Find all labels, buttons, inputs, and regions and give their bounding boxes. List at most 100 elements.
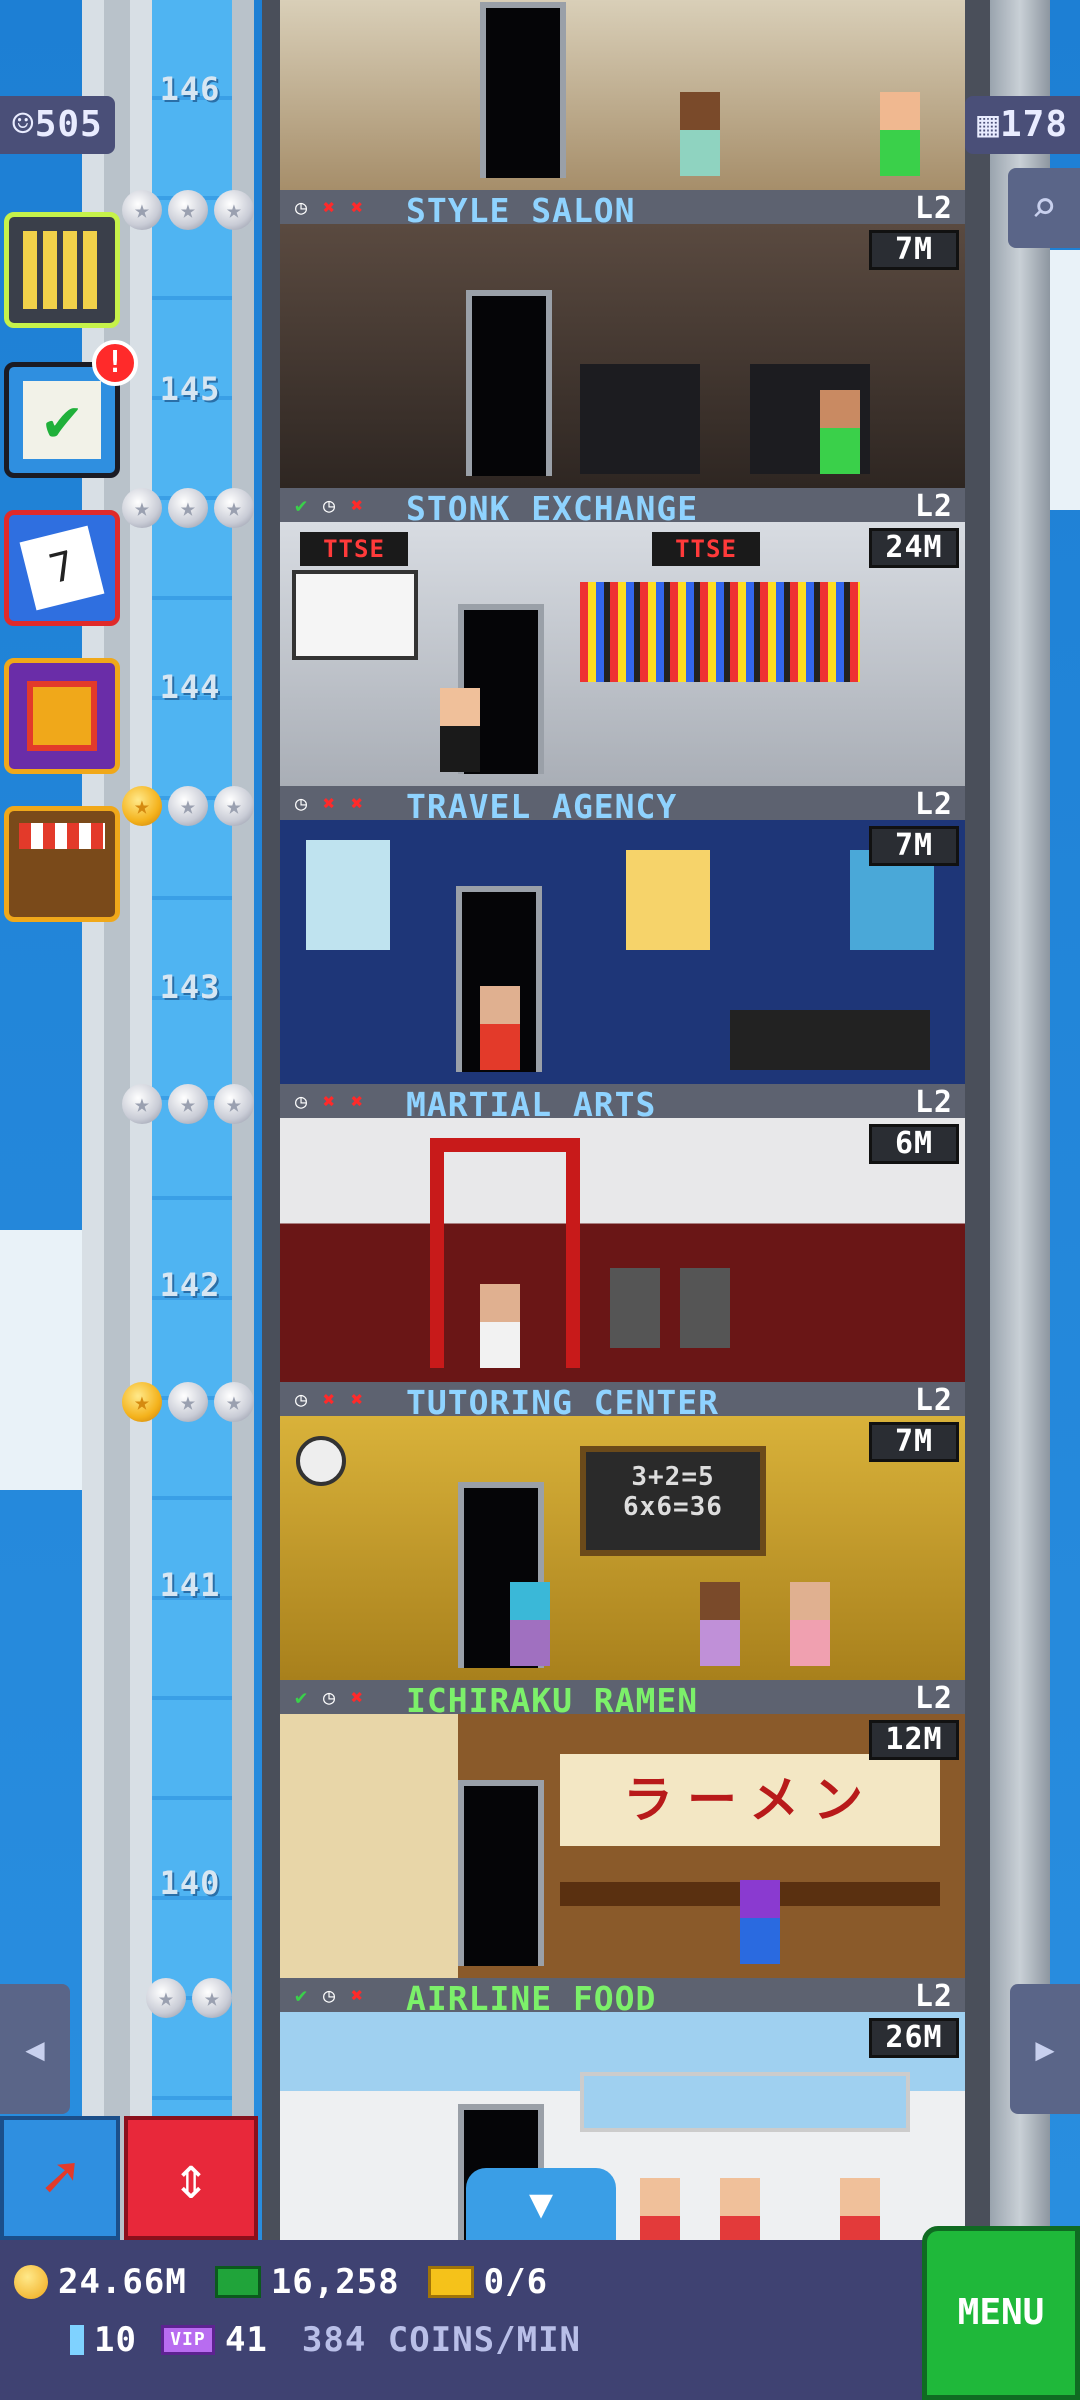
stock-ticker-board [580,582,860,682]
floor-style-salon[interactable]: ◷ ✖ ✖ STYLE SALON L2 7M [280,190,965,488]
star-icon: ★ [214,1084,254,1124]
search-icon[interactable]: ⌕ [1008,168,1080,248]
resident [480,1284,520,1368]
check-icon: ✔ [294,1983,308,2007]
checklist-icon: ✔ [23,381,101,459]
cross-icon: ✖ [322,1387,336,1411]
floor-stonk-exchange[interactable]: ✔ ◷ ✖ STONK EXCHANGE L2 TTSE TTSE 24M [280,488,965,786]
floor-door [466,290,552,476]
floors-value: 178 [999,104,1068,145]
floor-stars[interactable]: ★ ★ ★ [122,488,254,528]
building-icon [23,231,101,309]
vip-value: 41 [224,2320,268,2360]
shop-awning-icon [19,823,105,849]
stock-sign: TTSE [652,532,760,566]
floor-ichiraku-ramen[interactable]: ✔ ◷ ✖ ICHIRAKU RAMEN L2 ラーメン 12M [280,1680,965,1978]
hud-row-bottom: 10 VIP 41 384 COINS/MIN [70,2320,581,2360]
gold-star-icon: ★ [122,1382,162,1422]
floor-number: 145 [159,370,221,408]
floor-stars[interactable]: ★ ★ ★ [122,1084,254,1124]
cross-icon: ✖ [350,1387,364,1411]
chalkboard-line: 3+2=5 [631,1462,715,1492]
cross-icon: ✖ [322,1089,336,1113]
tower: ◷ ✖ ✖ STYLE SALON L2 7M ✔ ◷ ✖ STONK EXCH… [262,0,1050,2240]
elevator-pin-button[interactable]: ➚ [0,2116,120,2240]
star-icon: ★ [168,190,208,230]
calendar-button[interactable]: 7 [4,510,120,626]
star-icon: ★ [146,1978,186,2018]
gems-value: 10 [94,2320,137,2360]
floor-airline-food[interactable]: ✔ ◷ ✖ AIRLINE FOOD L2 26M [280,1978,965,2240]
floors-counter[interactable]: ▦178 [965,96,1080,154]
star-icon: ★ [168,1084,208,1124]
floor-stars[interactable]: ★ ★ [146,1978,232,2018]
floor-martial-arts[interactable]: ◷ ✖ ✖ MARTIAL ARTS L2 6M [280,1084,965,1382]
resident [480,986,520,1070]
cross-icon: ✖ [322,791,336,815]
shaft-rail [82,0,104,2240]
floor-tutoring-center[interactable]: ◷ ✖ ✖ TUTORING CENTER L2 3+2=5 6x6=36 7M [280,1382,965,1680]
star-icon: ★ [122,488,162,528]
stock-chart-screen [292,570,418,660]
vip-icon: VIP [160,2325,215,2355]
floor-stars[interactable]: ★ ★ ★ [122,1382,254,1422]
floor-door [458,1780,544,1966]
floor-number: 140 [159,1864,221,1902]
notification-badge: ! [92,340,138,386]
resident [440,688,480,772]
stock-badge: 7M [869,230,959,270]
resident [700,1582,740,1666]
resident [640,2178,680,2240]
stock-badge: 7M [869,1422,959,1462]
chalkboard: 3+2=5 6x6=36 [580,1446,766,1556]
star-icon: ★ [168,786,208,826]
floor-travel-agency[interactable]: ◷ ✖ ✖ TRAVEL AGENCY L2 7M [280,786,965,1084]
cross-icon: ✖ [350,791,364,815]
coins-value: 24.66M [58,2262,187,2302]
star-icon: ★ [214,786,254,826]
floor-stars[interactable]: ★ ★ ★ [122,190,254,230]
elevator-up-down-button[interactable]: ⇕ [124,2116,258,2240]
floor-level: L2 [914,1979,953,2014]
chevron-left-icon: ◀ [25,2030,45,2068]
stock-badge: 6M [869,1124,959,1164]
travel-poster [306,840,390,950]
star-icon: ★ [192,1978,232,2018]
punching-bag [610,1268,660,1348]
stock-badge: 7M [869,826,959,866]
resident [880,92,920,176]
star-icon: ★ [122,1084,162,1124]
floor-stars[interactable]: ★ ★ ★ [122,786,254,826]
resident [820,390,860,474]
check-icon: ✔ [294,493,308,517]
chevron-down-icon: ▼ [528,2181,554,2227]
gift-icon [27,681,97,751]
resident [740,1880,780,1964]
scroll-down-button[interactable]: ▼ [466,2168,616,2240]
building-menu-button[interactable] [4,212,120,328]
punching-bag [680,1268,730,1348]
star-icon: ★ [214,190,254,230]
ramen-banner: ラーメン [560,1754,940,1846]
person-icon: ☺ [12,104,35,145]
elevator-left-button[interactable]: ◀ [0,1984,70,2114]
floor-number: 146 [159,70,221,108]
building-icon: ▦ [977,104,1000,145]
clock-icon: ◷ [294,791,308,815]
shop-button[interactable] [4,806,120,922]
floor-level: L2 [914,1681,953,1716]
floor-room-partial[interactable] [280,0,965,190]
cross-icon: ✖ [350,493,364,517]
elevator-right-button[interactable]: ▶ [1010,1984,1080,2114]
travel-desk [730,1010,930,1070]
clock-icon: ◷ [322,1685,336,1709]
coin-icon [14,2265,48,2299]
population-counter[interactable]: ☺505 [0,96,115,154]
up-down-icon: ⇕ [172,2143,210,2213]
floor-number: 142 [159,1266,221,1304]
menu-button[interactable]: MENU [922,2226,1080,2400]
bux-value: 16,258 [270,2262,400,2302]
salon-chair [580,364,700,474]
population-value: 505 [34,104,103,145]
gift-button[interactable] [4,658,120,774]
